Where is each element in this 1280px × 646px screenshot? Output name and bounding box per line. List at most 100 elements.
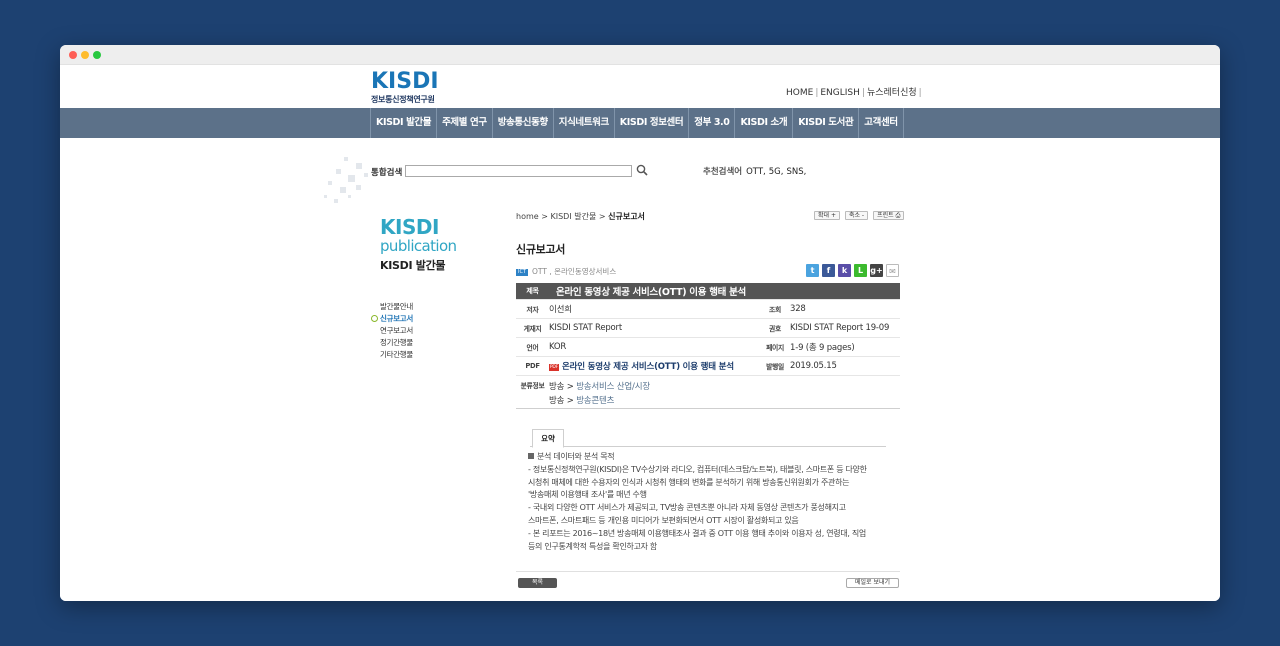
email-icon[interactable]: ✉ xyxy=(886,264,899,277)
browser-window: KISDI 정보통신정책연구원 HOME | ENGLISH | 뉴스레터신청 | KIS… xyxy=(60,45,1220,601)
nav-trends[interactable]: 방송통신동향 xyxy=(493,108,554,138)
print-button[interactable]: 프린트 ⎙ xyxy=(873,211,905,220)
pages-label: 페이지 xyxy=(760,337,790,357)
english-link[interactable]: ENGLISH xyxy=(820,88,860,98)
class-link-broadcast-industry[interactable]: 방송서비스 산업/시장 xyxy=(576,382,650,392)
table-row: 언어 KOR 페이지 1-9 (총 9 pages) xyxy=(516,337,900,357)
tab-bar: 요약 xyxy=(530,427,886,448)
classification-row: 분류정보 방송 > 방송서비스 산업/시장 방송 > 방송콘텐츠 xyxy=(516,375,900,409)
summary-text: 분석 데이터와 분석 목적 - 정보통신정책연구원(KISDI)은 TV수상기와… xyxy=(528,451,888,553)
publication-value: KISDI STAT Report xyxy=(549,318,760,338)
category-text: OTT , 온라인동영상서비스 xyxy=(532,267,617,276)
twitter-icon[interactable]: t xyxy=(806,264,819,277)
table-row: 저자 이선희 조회 328 xyxy=(516,299,900,319)
nav-customer-center[interactable]: 고객센터 xyxy=(859,108,904,138)
title-row: 제목 온라인 동영상 제공 서비스(OTT) 이용 행태 분석 xyxy=(516,283,900,300)
date-value: 2019.05.15 xyxy=(790,356,900,376)
classification-label: 분류정보 xyxy=(516,375,549,409)
maximize-window-button[interactable] xyxy=(93,51,101,59)
sidebar-title-kisdi: KISDI xyxy=(380,215,439,239)
pages-value: 1-9 (총 9 pages) xyxy=(790,337,900,357)
web-page: KISDI 정보통신정책연구원 HOME | ENGLISH | 뉴스레터신청 | KIS… xyxy=(60,65,1220,601)
views-label: 조회 xyxy=(760,299,790,319)
sidebar-item-new-reports[interactable]: 신규보고서 xyxy=(371,313,413,325)
summary-line: '방송매체 이용행태 조사'를 매년 수행 xyxy=(528,490,647,500)
divider: | xyxy=(815,88,819,98)
keyword-ott[interactable]: OTT, xyxy=(746,167,766,177)
summary-line: - 본 리포트는 2016~18년 방송매체 이용행태조사 결과 중 OTT 이… xyxy=(528,528,866,538)
sidebar-item-research-reports[interactable]: 연구보고서 xyxy=(380,325,413,337)
breadcrumb: home > KISDI 발간물 > 신규보고서 xyxy=(516,211,645,222)
publication-label: 게재지 xyxy=(516,318,549,338)
keyword-sns[interactable]: SNS, xyxy=(786,167,806,177)
divider: | xyxy=(861,88,865,98)
search-icon[interactable] xyxy=(636,164,648,176)
page-title: 신규보고서 xyxy=(516,243,566,256)
breadcrumb-current: 신규보고서 xyxy=(608,212,645,221)
nav-topic-research[interactable]: 주제별 연구 xyxy=(437,108,493,138)
utility-buttons: 확대 + 축소 - 프린트 ⎙ xyxy=(814,211,905,220)
nav-info-center[interactable]: KISDI 정보센터 xyxy=(615,108,690,138)
kisdi-logo[interactable]: KISDI 정보통신정책연구원 xyxy=(371,71,439,105)
send-email-button[interactable]: 메일로 보내기 xyxy=(846,578,899,588)
breadcrumb-sep: > xyxy=(538,212,551,221)
class-link-broadcast-content[interactable]: 방송콘텐츠 xyxy=(576,396,614,406)
nav-about[interactable]: KISDI 소개 xyxy=(735,108,794,138)
keyword-5g[interactable]: 5G, xyxy=(769,167,784,177)
kakao-icon[interactable]: k xyxy=(838,264,851,277)
summary-line: 스마트폰, 스마트패드 등 개인용 미디어가 보편화되면서 OTT 시장이 활성… xyxy=(528,515,799,525)
language-value: KOR xyxy=(549,337,760,357)
pdf-cell: PDF 온라인 동영상 제공 서비스(OTT) 이용 행태 분석 xyxy=(549,356,760,376)
language-label: 언어 xyxy=(516,337,549,357)
home-link[interactable]: HOME xyxy=(786,88,813,98)
nav-gov30[interactable]: 정부 3.0 xyxy=(689,108,736,138)
newsletter-link[interactable]: 뉴스레터신청 xyxy=(867,88,917,98)
logo-subtitle: 정보통신정책연구원 xyxy=(371,95,435,104)
breadcrumb-publications[interactable]: KISDI 발간물 xyxy=(550,212,596,221)
close-window-button[interactable] xyxy=(69,51,77,59)
list-button[interactable]: 목록 xyxy=(518,578,557,588)
classification-value: 방송 > 방송서비스 산업/시장 방송 > 방송콘텐츠 xyxy=(549,375,900,409)
pdf-icon: PDF xyxy=(549,363,559,371)
sidebar-item-guide[interactable]: 발간물안내 xyxy=(380,301,413,313)
category-badge: ICT xyxy=(516,269,529,276)
summary-line: - 국내외 다양한 OTT 서비스가 제공되고, TV방송 콘텐츠뿐 아니라 자… xyxy=(528,503,846,513)
class-category: 방송 xyxy=(549,381,565,392)
nav-library[interactable]: KISDI 도서관 xyxy=(793,108,860,138)
issue-value: KISDI STAT Report 19-09 xyxy=(790,318,900,338)
author-value: 이선희 xyxy=(549,299,760,319)
tab-summary[interactable]: 요약 xyxy=(532,429,564,448)
recommended-keywords: 추천검색어 OTT, 5G, SNS, xyxy=(703,165,809,177)
sidebar-title-korean: KISDI 발간물 xyxy=(380,259,446,272)
decorative-pixels xyxy=(322,155,402,215)
views-value: 328 xyxy=(790,299,900,319)
class-sep: > xyxy=(564,381,577,392)
search-input[interactable] xyxy=(405,165,632,177)
table-row: PDF PDF 온라인 동영상 제공 서비스(OTT) 이용 행태 분석 발행일 … xyxy=(516,356,900,376)
nav-publications[interactable]: KISDI 발간물 xyxy=(371,108,438,138)
title-label: 제목 xyxy=(516,283,549,300)
sidebar-item-periodicals[interactable]: 정기간행물 xyxy=(380,337,413,349)
summary-line: 등의 인구통계학적 특성을 확인하고자 함 xyxy=(528,541,657,551)
sidebar-item-other[interactable]: 기타간행물 xyxy=(380,349,413,361)
recommended-label: 추천검색어 xyxy=(703,167,743,177)
table-row: 게재지 KISDI STAT Report 권호 KISDI STAT Repo… xyxy=(516,318,900,338)
share-buttons: t f k L g+ ✉ xyxy=(806,264,899,277)
report-title: 온라인 동영상 제공 서비스(OTT) 이용 행태 분석 xyxy=(549,283,900,300)
pdf-label: PDF xyxy=(516,356,549,376)
pdf-download-link[interactable]: 온라인 동영상 제공 서비스(OTT) 이용 행태 분석 xyxy=(562,362,734,372)
line-icon[interactable]: L xyxy=(854,264,867,277)
nav-knowledge-network[interactable]: 지식네트워크 xyxy=(554,108,615,138)
class-sep: > xyxy=(564,395,577,406)
breadcrumb-home[interactable]: home xyxy=(516,212,539,221)
google-plus-icon[interactable]: g+ xyxy=(870,264,883,277)
zoom-out-button[interactable]: 축소 - xyxy=(844,211,869,220)
class-category: 방송 xyxy=(549,395,565,406)
facebook-icon[interactable]: f xyxy=(822,264,835,277)
divider: | xyxy=(918,88,922,98)
author-label: 저자 xyxy=(516,299,549,319)
top-links: HOME | ENGLISH | 뉴스레터신청 | xyxy=(786,85,924,98)
minimize-window-button[interactable] xyxy=(81,51,89,59)
zoom-in-button[interactable]: 확대 + xyxy=(814,211,840,220)
report-info-table: 제목 온라인 동영상 제공 서비스(OTT) 이용 행태 분석 저자 이선희 조… xyxy=(516,283,900,409)
